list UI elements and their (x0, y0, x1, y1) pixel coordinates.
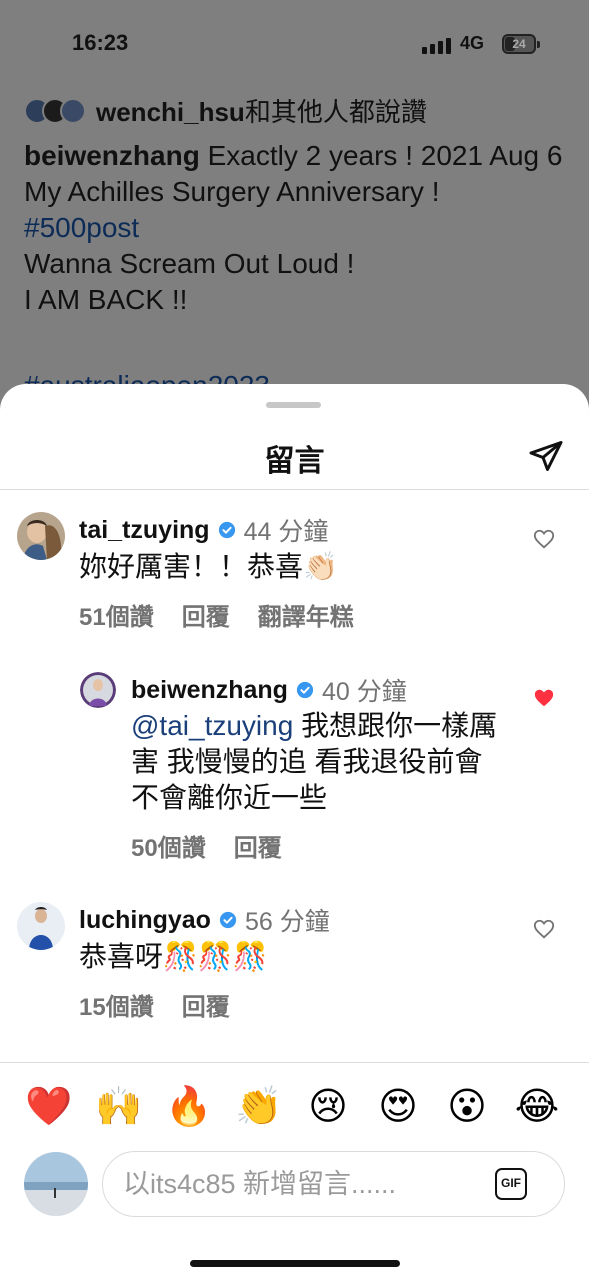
verified-badge-icon (296, 681, 314, 699)
comment-username[interactable]: luchingyao (79, 906, 211, 935)
translate-button[interactable]: 翻譯年糕 (258, 597, 354, 632)
verified-badge-icon (219, 911, 237, 929)
post-likes-row[interactable]: wenchi_hsu和其他人都說讚 (24, 92, 427, 129)
emoji-fire-button[interactable]: 🔥 (163, 1080, 215, 1132)
comment-time: 56 分鐘 (244, 908, 330, 936)
emoji-crying-button[interactable]: 😢 (302, 1080, 354, 1132)
like-heart-icon[interactable] (533, 918, 555, 940)
comment-text: 恭喜呀🎊🎊🎊 (79, 941, 268, 972)
status-bar: 16:23 4G 24 (0, 28, 589, 62)
caption-line-2: Wanna Scream Out Loud ! (24, 248, 355, 279)
liked-heart-icon[interactable] (533, 687, 555, 709)
comment-mention[interactable]: @tai_tzuying (131, 710, 293, 741)
caption-username[interactable]: beiwenzhang (24, 140, 200, 171)
emoji-raising-hands-button[interactable]: 🙌 (93, 1080, 145, 1132)
comment-time: 44 分鐘 (243, 518, 329, 546)
sheet-title: 留言 (264, 445, 325, 478)
quick-reaction-bar: ❤️ 🙌 🔥 👏 😢 😍 😮 😂 (0, 1080, 589, 1132)
comment-like-count[interactable]: 15個讚 (79, 987, 154, 1022)
emoji-heart-eyes-button[interactable]: 😍 (372, 1080, 424, 1132)
reply-button[interactable]: 回覆 (234, 828, 282, 863)
caption-line-3: I AM BACK !! (24, 284, 188, 315)
comment-username[interactable]: beiwenzhang (131, 676, 288, 705)
status-time: 16:23 (72, 30, 129, 55)
comment-time: 40 分鐘 (321, 678, 407, 706)
comment-composer: GIF (102, 1151, 565, 1217)
like-heart-icon[interactable] (533, 528, 555, 550)
avatar[interactable] (17, 512, 65, 560)
comment-text: @tai_tzuying 我想跟你一樣厲害 我慢慢的追 看我退役前會不會離你近一… (131, 708, 501, 816)
send-icon[interactable] (528, 438, 564, 474)
comment-text: 妳好厲害！！恭喜👏🏻 (79, 551, 338, 582)
likes-summary: wenchi_hsu和其他人都說讚 (96, 97, 427, 127)
comment-like-count[interactable]: 50個讚 (131, 828, 206, 863)
emoji-clap-button[interactable]: 👏 (233, 1080, 285, 1132)
emoji-tears-of-joy-button[interactable]: 😂 (511, 1080, 563, 1132)
battery-level-text: 24 (512, 37, 526, 51)
comment-username[interactable]: tai_tzuying (79, 516, 210, 545)
liker-avatars (24, 97, 86, 124)
cellular-signal-icon (422, 38, 451, 54)
emoji-heart-button[interactable]: ❤️ (23, 1080, 75, 1132)
post-caption: beiwenzhang Exactly 2 years ! 2021 Aug 6… (24, 138, 569, 401)
comment-input[interactable] (123, 1152, 463, 1216)
current-user-avatar (24, 1152, 88, 1216)
network-type: 4G (460, 33, 485, 53)
reply-button[interactable]: 回覆 (182, 597, 230, 632)
composer-divider (0, 1062, 589, 1063)
avatar[interactable] (17, 902, 65, 950)
caption-hashtag[interactable]: #500post (24, 212, 139, 243)
verified-badge-icon (218, 521, 235, 539)
battery-icon: 24 (502, 34, 540, 54)
header-divider (0, 489, 589, 490)
comments-sheet: 留言 tai_tzuying 44 分鐘 妳好厲害！！恭喜👏🏻 51個讚 回覆 … (0, 384, 589, 1280)
avatar[interactable] (80, 672, 116, 708)
home-indicator[interactable] (190, 1260, 400, 1267)
reply-button[interactable]: 回覆 (182, 987, 230, 1022)
gif-button[interactable]: GIF (495, 1168, 527, 1200)
comment-like-count[interactable]: 51個讚 (79, 597, 154, 632)
emoji-surprised-button[interactable]: 😮 (441, 1080, 493, 1132)
sheet-grabber[interactable] (266, 402, 321, 408)
